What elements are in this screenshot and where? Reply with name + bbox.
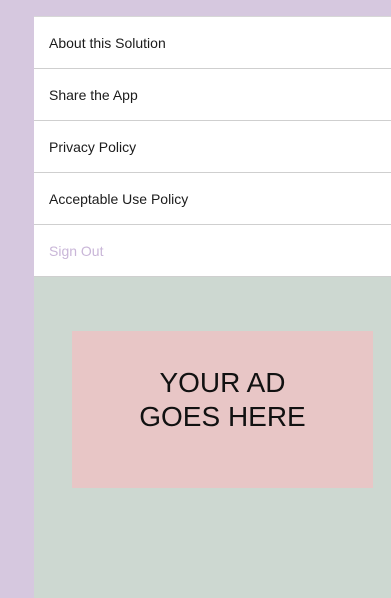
menu-item-share-app-label: Share the App	[49, 86, 138, 103]
menu-item-share-app[interactable]: Share the App	[34, 69, 391, 121]
menu-item-privacy-policy[interactable]: Privacy Policy	[34, 121, 391, 173]
menu-item-privacy-policy-label: Privacy Policy	[49, 138, 137, 155]
settings-menu: About this Solution Share the App Privac…	[34, 16, 391, 277]
ad-banner-text: YOUR AD GOES HERE	[139, 366, 306, 432]
menu-item-about-label: About this Solution	[49, 34, 166, 51]
settings-panel: About this Solution Share the App Privac…	[34, 16, 391, 598]
ad-banner[interactable]: YOUR AD GOES HERE	[72, 331, 373, 488]
menu-item-acceptable-use-policy[interactable]: Acceptable Use Policy	[34, 173, 391, 225]
menu-item-about[interactable]: About this Solution	[34, 17, 391, 69]
menu-item-sign-out-label: Sign Out	[49, 242, 104, 259]
menu-item-acceptable-use-policy-label: Acceptable Use Policy	[49, 190, 189, 207]
menu-item-sign-out[interactable]: Sign Out	[34, 225, 391, 277]
